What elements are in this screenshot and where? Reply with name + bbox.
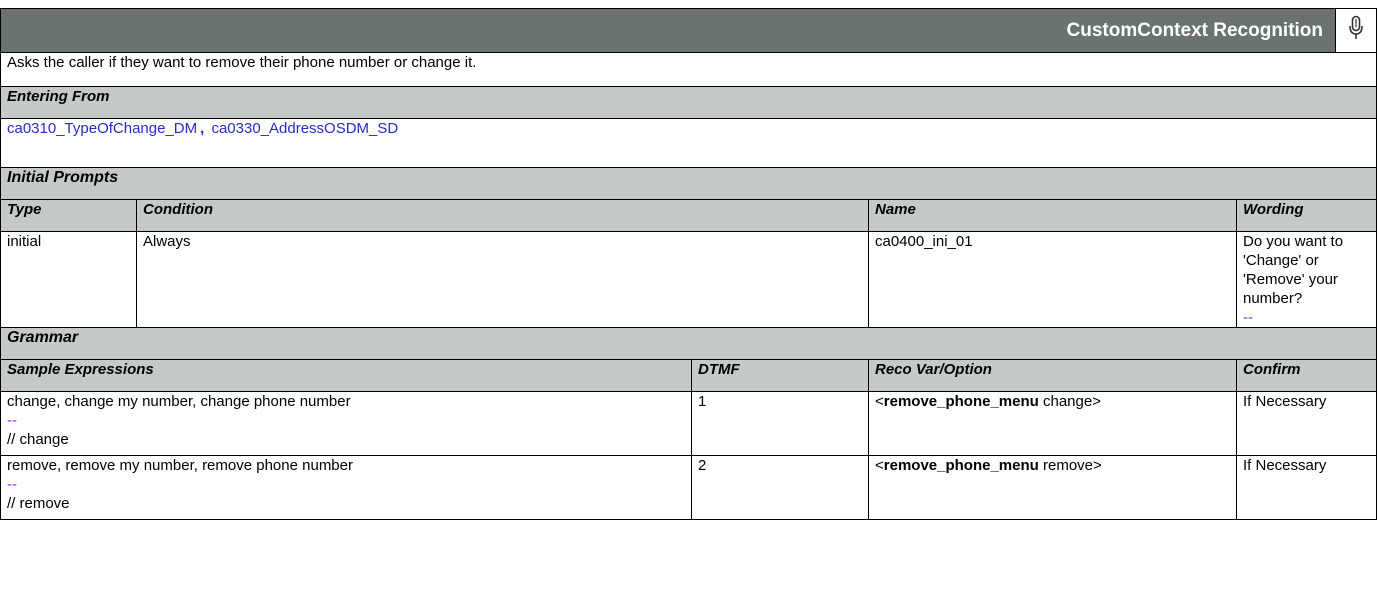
entering-from-row: ca0310_TypeOfChange_DM, ca0330_AddressOS…: [0, 118, 1378, 168]
col-name: Name: [868, 199, 1237, 232]
col-type: Type: [0, 199, 137, 232]
grammar-row: remove, remove my number, remove phone n…: [0, 455, 1378, 520]
prompt-dash: --: [1243, 309, 1253, 326]
prompt-name: ca0400_ini_01: [868, 231, 1237, 328]
col-sample-expressions: Sample Expressions: [0, 359, 692, 392]
initial-prompts-label: Initial Prompts: [0, 167, 1378, 200]
microphone-icon: [1335, 8, 1378, 53]
grammar-reco-cell: <remove_phone_menu change>: [868, 391, 1237, 456]
prompt-type: initial: [0, 231, 137, 328]
entering-from-links: ca0310_TypeOfChange_DM, ca0330_AddressOS…: [0, 118, 1378, 168]
col-reco-var: Reco Var/Option: [868, 359, 1237, 392]
header-row: CustomContext Recognition: [0, 8, 1378, 53]
grammar-confirm: If Necessary: [1235, 391, 1378, 456]
link-separator: ,: [200, 120, 205, 137]
prompt-row: initial Always ca0400_ini_01 Do you want…: [0, 231, 1378, 328]
top-strip: [0, 0, 1381, 8]
col-dtmf: DTMF: [691, 359, 869, 392]
entering-from-label: Entering From: [0, 86, 1378, 119]
initial-prompts-header: Initial Prompts: [0, 167, 1378, 200]
grammar-dash: --: [7, 412, 17, 429]
reco-var: remove_phone_menu: [883, 457, 1039, 474]
entering-from-header: Entering From: [0, 86, 1378, 119]
entering-from-link-2[interactable]: ca0330_AddressOSDM_SD: [211, 120, 398, 137]
col-confirm: Confirm: [1235, 359, 1378, 392]
col-wording: Wording: [1235, 199, 1378, 232]
grammar-column-headers: Sample Expressions DTMF Reco Var/Option …: [0, 359, 1378, 392]
grammar-expressions: change, change my number, change phone n…: [7, 393, 351, 410]
grammar-row: change, change my number, change phone n…: [0, 391, 1378, 456]
reco-option: remove>: [1038, 457, 1102, 474]
grammar-confirm: If Necessary: [1235, 455, 1378, 520]
grammar-label: Grammar: [0, 327, 1378, 360]
prompt-wording: Do you want to 'Change' or 'Remove' your…: [1243, 233, 1344, 307]
state-type-title: CustomContext Recognition: [0, 8, 1337, 53]
grammar-reco-cell: <remove_phone_menu remove>: [868, 455, 1237, 520]
grammar-expressions-cell: remove, remove my number, remove phone n…: [0, 455, 692, 520]
reco-option: change>: [1038, 393, 1101, 410]
grammar-expressions-cell: change, change my number, change phone n…: [0, 391, 692, 456]
prompt-condition: Always: [136, 231, 869, 328]
grammar-expressions: remove, remove my number, remove phone n…: [7, 457, 353, 474]
col-condition: Condition: [136, 199, 869, 232]
grammar-comment: // change: [7, 431, 69, 448]
entering-from-link-1[interactable]: ca0310_TypeOfChange_DM: [7, 120, 197, 137]
reco-open: <: [875, 393, 884, 410]
prompts-column-headers: Type Condition Name Wording: [0, 199, 1378, 232]
grammar-header: Grammar: [0, 327, 1378, 360]
description-row: Asks the caller if they want to remove t…: [0, 52, 1378, 87]
state-spec-table: CustomContext Recognition Asks the calle…: [0, 8, 1378, 520]
grammar-comment: // remove: [7, 495, 70, 512]
prompt-wording-cell: Do you want to 'Change' or 'Remove' your…: [1235, 231, 1378, 328]
state-description: Asks the caller if they want to remove t…: [0, 52, 1378, 87]
grammar-dtmf: 2: [691, 455, 869, 520]
reco-var: remove_phone_menu: [883, 393, 1039, 410]
grammar-dash: --: [7, 476, 17, 493]
grammar-dtmf: 1: [691, 391, 869, 456]
reco-open: <: [875, 457, 884, 474]
